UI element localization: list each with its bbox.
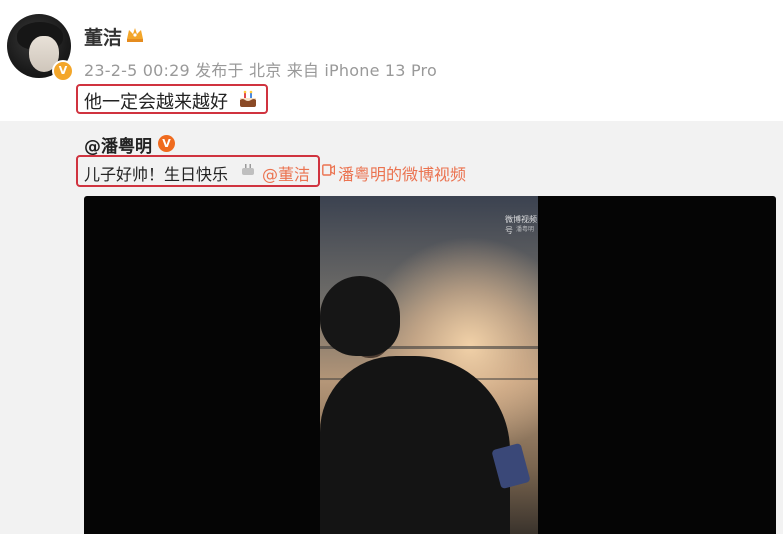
video-link-icon	[322, 164, 335, 176]
author-name[interactable]: 董洁	[84, 23, 122, 50]
small-cake-icon	[242, 164, 254, 175]
video-link[interactable]: 潘粤明的微博视频	[338, 161, 466, 185]
video-person-body	[320, 356, 510, 534]
post-text: 他一定会越来越好	[84, 92, 228, 113]
post-meta: 23-2-5 00:29 发布于 北京 来自 iPhone 13 Pro	[84, 61, 437, 80]
video-watermark-sub: 潘粤明	[516, 226, 535, 233]
weibo-post: V 董洁 23-2-5 00:29 发布于 北京 来自 iPhone 13 Pr…	[0, 0, 783, 534]
video-player[interactable]: 微博视频号 潘粤明	[84, 196, 776, 534]
original-text: 儿子好帅！生日快乐	[84, 165, 229, 184]
orig-verified-badge-icon: V	[158, 135, 175, 152]
video-frame: 微博视频号 潘粤明	[320, 196, 538, 534]
video-person-beanie	[320, 276, 400, 356]
original-author[interactable]: @潘粤明	[84, 132, 152, 157]
crown-icon	[127, 28, 143, 42]
mention-link[interactable]: @董洁	[262, 161, 310, 185]
cake-icon	[240, 90, 256, 107]
verified-badge-icon: V	[52, 60, 74, 82]
